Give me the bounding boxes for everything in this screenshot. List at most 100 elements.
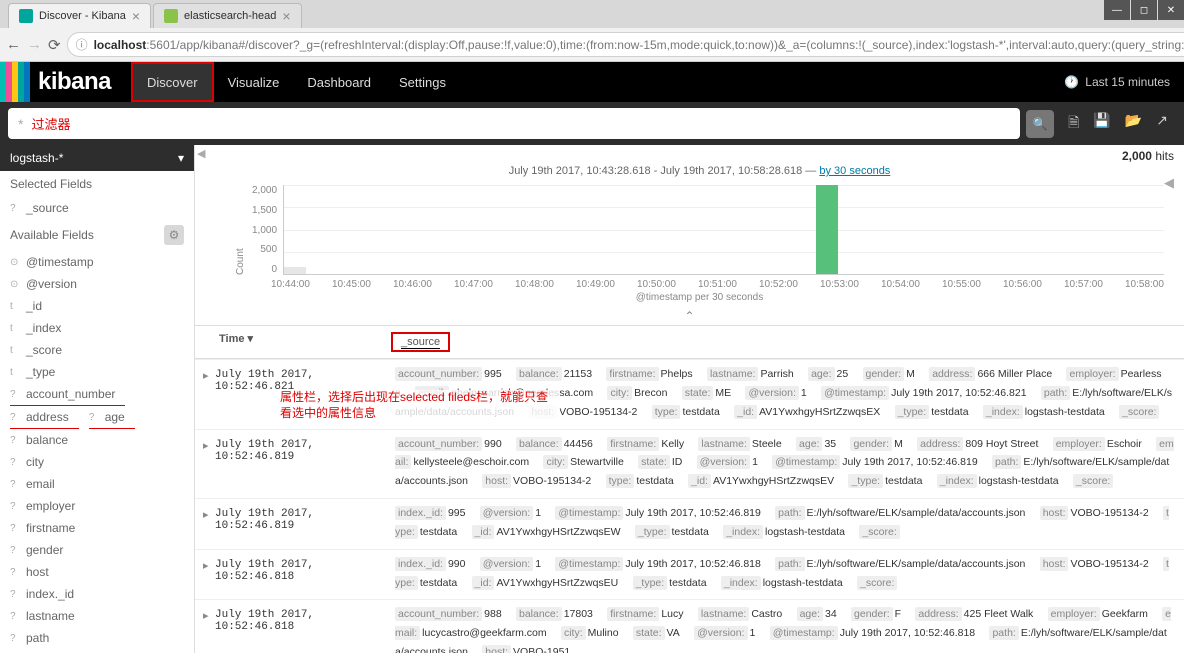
table-row: ▸July 19th 2017, 10:52:46.819account_num… — [195, 429, 1184, 499]
share-icon[interactable]: ↗ — [1156, 112, 1168, 136]
table-header: Time ▾ _source — [195, 326, 1184, 359]
field-type-icon: ⊙ — [10, 257, 20, 268]
index-pattern-selector[interactable]: logstash-* ▾ — [0, 145, 194, 171]
field-_index[interactable]: t_index — [0, 317, 194, 339]
collapse-sidebar-icon[interactable]: ◀ — [197, 147, 205, 160]
chart-title: July 19th 2017, 10:43:28.618 - July 19th… — [235, 165, 1164, 177]
minimize-icon[interactable]: — — [1104, 0, 1130, 20]
chevron-down-icon: ▾ — [178, 151, 184, 165]
url-input[interactable]: ⓘ localhost :5601/app/kibana#/discover?_… — [67, 32, 1184, 57]
search-input[interactable]: * 过滤器 — [8, 108, 1020, 139]
histogram-bar[interactable] — [816, 185, 838, 274]
field-path[interactable]: ?path — [0, 627, 194, 649]
interval-link[interactable]: by 30 seconds — [819, 165, 890, 177]
y-axis-label: Count — [235, 185, 246, 275]
field-_score[interactable]: t_score — [0, 339, 194, 361]
field-type-icon: ? — [89, 412, 99, 423]
chart-plot[interactable] — [283, 185, 1164, 275]
time-range-label: Last 15 minutes — [1085, 75, 1170, 89]
doc-time: July 19th 2017, 10:52:46.819 — [215, 436, 395, 463]
url-host: localhost — [94, 38, 147, 52]
field-type-icon: ? — [10, 457, 20, 468]
chart-expand-icon[interactable]: ◀ — [1164, 175, 1174, 191]
field-account_number[interactable]: ?account_number — [10, 383, 125, 406]
field-type-icon: ? — [10, 203, 20, 214]
field-balance[interactable]: ?balance — [0, 429, 194, 451]
field-type-icon: ? — [10, 435, 20, 446]
table-row: ▸July 19th 2017, 10:52:46.819index._id:9… — [195, 498, 1184, 549]
field-age[interactable]: ?age — [89, 406, 135, 429]
doc-time: July 19th 2017, 10:52:46.821 — [215, 366, 395, 393]
maximize-icon[interactable]: ◻ — [1131, 0, 1157, 20]
x-axis: 10:44:0010:45:0010:46:0010:47:0010:48:00… — [271, 279, 1164, 290]
kibana-header: kibana DiscoverVisualizeDashboardSetting… — [0, 62, 1184, 102]
field-gender[interactable]: ?gender — [0, 539, 194, 561]
browser-chrome: Discover - Kibana × elasticsearch-head ×… — [0, 0, 1184, 62]
field-type-icon: ? — [10, 633, 20, 644]
close-window-icon[interactable]: ✕ — [1158, 0, 1184, 20]
time-column-header[interactable]: Time ▾ — [219, 332, 399, 352]
field-email[interactable]: ?email — [0, 473, 194, 495]
doc-time: July 19th 2017, 10:52:46.819 — [215, 505, 395, 532]
browser-tab-eshead[interactable]: elasticsearch-head × — [153, 3, 302, 28]
clock-icon: 🕐 — [1064, 75, 1079, 89]
field-type-icon: t — [10, 301, 20, 312]
field-address[interactable]: ?address — [10, 406, 79, 429]
field-state[interactable]: ?state — [0, 649, 194, 653]
histogram-bar[interactable] — [284, 267, 306, 274]
field-@timestamp[interactable]: ⊙@timestamp — [0, 251, 194, 273]
open-search-icon[interactable]: 📂 — [1125, 112, 1142, 136]
save-search-icon[interactable]: 💾 — [1093, 112, 1110, 136]
document-table: Time ▾ _source ▸July 19th 2017, 10:52:46… — [195, 326, 1184, 653]
nav-visualize[interactable]: Visualize — [214, 62, 294, 102]
doc-source: index._id:990 @version:1 @timestamp:July… — [395, 556, 1174, 594]
doc-source: index._id:995 @version:1 @timestamp:July… — [395, 505, 1174, 543]
browser-tab-kibana[interactable]: Discover - Kibana × — [8, 3, 151, 28]
field-@version[interactable]: ⊙@version — [0, 273, 194, 295]
content: ◀ 2,000 hits 属性栏，选择后出现在selected fileds栏，… — [195, 145, 1184, 653]
search-button[interactable]: 🔍 — [1026, 110, 1054, 138]
nav-settings[interactable]: Settings — [385, 62, 460, 102]
field-type-icon: ? — [10, 412, 20, 423]
field-lastname[interactable]: ?lastname — [0, 605, 194, 627]
collapse-chart-icon[interactable]: ⌃ — [195, 307, 1184, 326]
field-type-icon: ? — [10, 389, 20, 400]
field-_source[interactable]: ?_source — [0, 197, 194, 219]
source-column-header[interactable]: _source — [399, 332, 1174, 352]
nav-discover[interactable]: Discover — [131, 62, 214, 102]
chart-title-text: July 19th 2017, 10:43:28.618 - July 19th… — [509, 165, 820, 177]
index-pattern-label: logstash-* — [10, 151, 63, 165]
field-index._id[interactable]: ?index._id — [0, 583, 194, 605]
close-icon[interactable]: × — [132, 8, 140, 24]
logo-stripes — [0, 62, 30, 102]
nav-dashboard[interactable]: Dashboard — [293, 62, 385, 102]
forward-icon[interactable]: → — [27, 36, 42, 53]
time-picker[interactable]: 🕐 Last 15 minutes — [1050, 75, 1184, 89]
back-icon[interactable]: ← — [6, 36, 21, 53]
field-city[interactable]: ?city — [0, 451, 194, 473]
close-icon[interactable]: × — [282, 8, 290, 24]
window-controls: — ◻ ✕ — [1103, 0, 1184, 20]
expand-row-icon[interactable]: ▸ — [203, 556, 215, 572]
field-host[interactable]: ?host — [0, 561, 194, 583]
new-search-icon[interactable]: 🗎 — [1068, 112, 1079, 136]
sidebar: logstash-* ▾ Selected Fields ?_source Av… — [0, 145, 195, 653]
tab-title: elasticsearch-head — [184, 10, 276, 22]
field-employer[interactable]: ?employer — [0, 495, 194, 517]
expand-row-icon[interactable]: ▸ — [203, 436, 215, 452]
favicon-icon — [164, 9, 178, 23]
reload-icon[interactable]: ⟳ — [48, 36, 61, 54]
field-_id[interactable]: t_id — [0, 295, 194, 317]
expand-row-icon[interactable]: ▸ — [203, 606, 215, 622]
time-header-label: Time — [219, 333, 244, 345]
histogram-chart: July 19th 2017, 10:43:28.618 - July 19th… — [195, 145, 1184, 307]
expand-row-icon[interactable]: ▸ — [203, 366, 215, 382]
field-type-icon: ? — [10, 501, 20, 512]
expand-row-icon[interactable]: ▸ — [203, 505, 215, 521]
selected-fields-header: Selected Fields — [0, 171, 194, 197]
field-firstname[interactable]: ?firstname — [0, 517, 194, 539]
x-axis-label: @timestamp per 30 seconds — [235, 292, 1164, 303]
gear-icon[interactable]: ⚙ — [164, 225, 184, 245]
source-header-label: _source — [401, 336, 440, 349]
field-_type[interactable]: t_type — [0, 361, 194, 383]
